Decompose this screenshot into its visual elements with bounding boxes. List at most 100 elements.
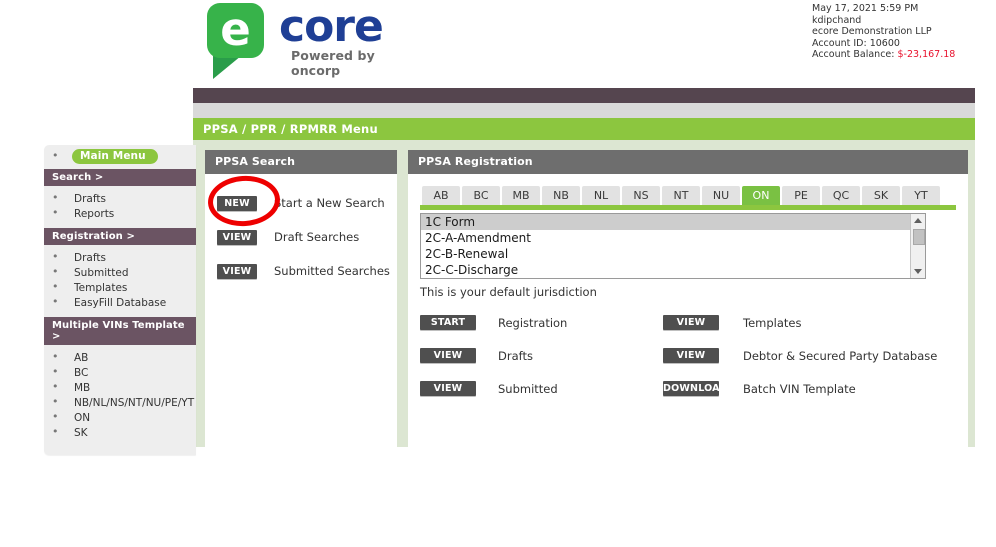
sidebar: • Main Menu Search > • Drafts • Reports … [44, 145, 196, 455]
bullet-icon: • [52, 206, 59, 219]
sidebar-item-registration-easyfill[interactable]: • EasyFill Database [44, 296, 196, 310]
tab-qc[interactable]: QC [822, 186, 860, 205]
registration-actions: START Registration VIEW Templates VIEW D… [420, 315, 956, 396]
bullet-icon: • [52, 350, 59, 363]
search-row-label: Submitted Searches [274, 264, 390, 278]
logo-tagline: Powered by oncorp [291, 48, 375, 78]
sidebar-item-label: NB/NL/NS/NT/NU/PE/YT [74, 397, 195, 409]
ppsa-registration-panel-title: PPSA Registration [408, 150, 968, 174]
ppsa-search-actions: NEW Start a New Search VIEW Draft Search… [205, 174, 397, 288]
tab-pe[interactable]: PE [782, 186, 820, 205]
action-label-drafts: Drafts [498, 348, 533, 363]
tab-ab[interactable]: AB [422, 186, 460, 205]
sidebar-item-label: Drafts [74, 252, 106, 264]
form-option-2cb[interactable]: 2C-B-Renewal [421, 246, 925, 262]
view-debtor-database-button[interactable]: VIEW [663, 348, 719, 363]
sidebar-item-label: MB [74, 382, 91, 394]
bullet-icon: • [52, 380, 59, 393]
tab-on[interactable]: ON [742, 186, 780, 205]
bullet-icon: • [52, 295, 59, 308]
ppsa-search-panel-title: PPSA Search [205, 150, 397, 174]
action-label-submitted: Submitted [498, 381, 558, 396]
tab-ns[interactable]: NS [622, 186, 660, 205]
view-submitted-searches-button[interactable]: VIEW [217, 263, 257, 279]
sidebar-item-registration-drafts[interactable]: • Drafts [44, 251, 196, 265]
view-draft-searches-button[interactable]: VIEW [217, 229, 257, 245]
bullet-icon: • [52, 250, 59, 263]
search-row-label: Start a New Search [274, 196, 385, 210]
sidebar-item-vin-ab[interactable]: • AB [44, 351, 196, 365]
download-batch-vin-button[interactable]: DOWNLOAD [663, 381, 728, 396]
sidebar-section-search[interactable]: Search > [44, 169, 196, 186]
menu-title-bar: PPSA / PPR / RPMRR Menu [193, 118, 975, 140]
sidebar-item-registration-submitted[interactable]: • Submitted [44, 266, 196, 280]
bullet-icon: • [52, 365, 59, 378]
account-id: Account ID: 10600 [812, 37, 900, 49]
form-option-2cc[interactable]: 2C-C-Discharge [421, 262, 925, 278]
form-type-listbox[interactable]: 1C Form 2C-A-Amendment 2C-B-Renewal 2C-C… [420, 213, 926, 279]
sidebar-item-vin-mb[interactable]: • MB [44, 381, 196, 395]
account-organization: ecore Demonstration LLP [812, 26, 932, 38]
nav-divider [193, 103, 975, 118]
listbox-scrollbar[interactable] [910, 214, 925, 278]
bullet-icon: • [52, 410, 59, 423]
account-balance-label: Account Balance: [812, 49, 895, 61]
sidebar-list-search: • Drafts • Reports [44, 186, 196, 226]
search-row-new: NEW Start a New Search [205, 186, 397, 220]
sidebar-item-vin-on[interactable]: • ON [44, 411, 196, 425]
start-registration-button[interactable]: START [420, 315, 476, 330]
sidebar-item-label: Reports [74, 208, 115, 220]
sidebar-item-label: Drafts [74, 193, 106, 205]
ppsa-search-panel: PPSA Search NEW Start a New Search VIEW … [205, 150, 397, 470]
account-balance-value: $-23,167.18 [897, 49, 956, 61]
sidebar-list-registration: • Drafts • Submitted • Templates • EasyF… [44, 245, 196, 315]
logo-letter-e: e [220, 3, 251, 56]
bullet-icon: • [52, 191, 59, 204]
sidebar-item-main-menu[interactable]: • Main Menu [44, 145, 196, 167]
sidebar-item-label: SK [74, 427, 88, 439]
sidebar-item-vin-bc[interactable]: • BC [44, 366, 196, 380]
view-drafts-button[interactable]: VIEW [420, 348, 476, 363]
sidebar-item-label: AB [74, 352, 89, 364]
account-timestamp: May 17, 2021 5:59 PM [812, 3, 919, 14]
sidebar-item-search-reports[interactable]: • Reports [44, 207, 196, 221]
scrollbar-thumb[interactable] [913, 229, 925, 245]
bullet-icon: • [52, 149, 59, 162]
bullet-icon: • [52, 425, 59, 438]
scroll-up-icon[interactable] [914, 218, 922, 223]
sidebar-item-label: ON [74, 412, 91, 424]
form-option-1c[interactable]: 1C Form [421, 214, 925, 230]
sidebar-item-vin-sk[interactable]: • SK [44, 426, 196, 440]
sidebar-item-label: Templates [74, 282, 128, 294]
ppsa-registration-panel: PPSA Registration AB BC MB NB NL NS NT N… [408, 150, 968, 460]
sidebar-section-registration[interactable]: Registration > [44, 228, 196, 245]
action-label-batch-vin: Batch VIN Template [743, 381, 856, 396]
form-type-options: 1C Form 2C-A-Amendment 2C-B-Renewal 2C-C… [421, 214, 925, 278]
tab-nt[interactable]: NT [662, 186, 700, 205]
default-jurisdiction-note: This is your default jurisdiction [420, 285, 597, 299]
sidebar-section-multiple-vins[interactable]: Multiple VINs Template > [44, 317, 196, 345]
action-label-templates: Templates [743, 315, 802, 330]
tab-sk[interactable]: SK [862, 186, 900, 205]
view-templates-button[interactable]: VIEW [663, 315, 719, 330]
tab-nu[interactable]: NU [702, 186, 740, 205]
action-label-registration: Registration [498, 315, 568, 330]
sidebar-item-label: EasyFill Database [74, 297, 167, 309]
tab-yt[interactable]: YT [902, 186, 940, 205]
scroll-down-icon[interactable] [914, 269, 922, 274]
tab-nb[interactable]: NB [542, 186, 580, 205]
tab-mb[interactable]: MB [502, 186, 540, 205]
tab-nl[interactable]: NL [582, 186, 620, 205]
sidebar-item-vin-multi[interactable]: • NB/NL/NS/NT/NU/PE/YT [44, 396, 196, 410]
sidebar-item-registration-templates[interactable]: • Templates [44, 281, 196, 295]
ecore-logo[interactable]: e core Powered by oncorp [207, 3, 407, 83]
bullet-icon: • [52, 280, 59, 293]
form-option-2ca[interactable]: 2C-A-Amendment [421, 230, 925, 246]
new-search-button[interactable]: NEW [217, 195, 257, 211]
page-header: e core Powered by oncorp May 17, 2021 5:… [0, 0, 996, 88]
account-info: May 17, 2021 5:59 PM kdipchand ecore Dem… [812, 3, 982, 61]
top-nav-bar [193, 88, 975, 103]
sidebar-item-search-drafts[interactable]: • Drafts [44, 192, 196, 206]
tab-bc[interactable]: BC [462, 186, 500, 205]
view-submitted-button[interactable]: VIEW [420, 381, 476, 396]
